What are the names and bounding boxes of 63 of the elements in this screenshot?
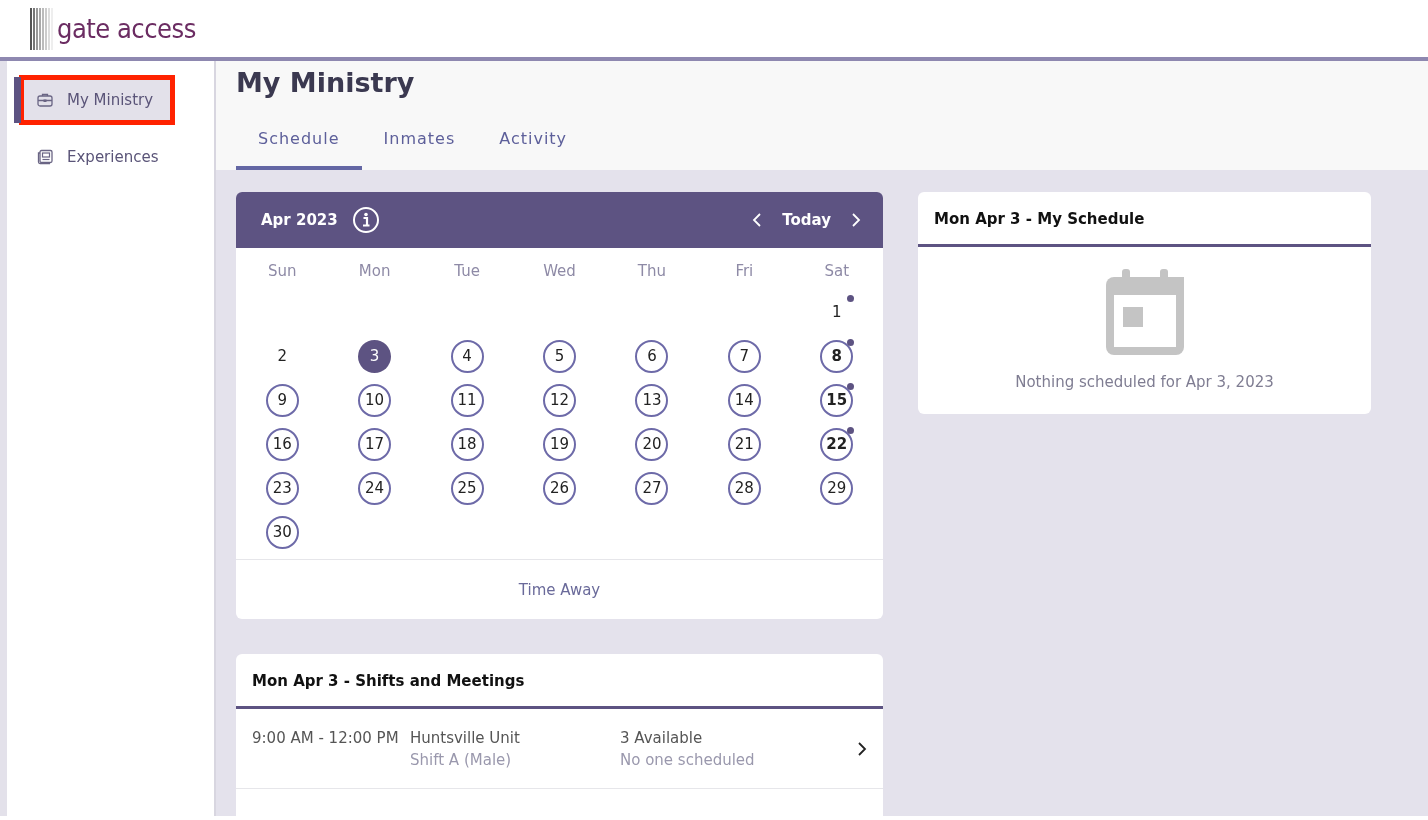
calendar-day[interactable]: 18 (450, 427, 484, 461)
unit-name: Huntsville Unit (410, 727, 521, 749)
calendar-day[interactable]: 2 (265, 339, 299, 373)
calendar-day[interactable]: 17 (358, 427, 392, 461)
calendar-day[interactable]: 5 (543, 339, 576, 373)
weekday-label: Sun (266, 261, 298, 283)
calendar-icon (1105, 269, 1184, 356)
calendar-day[interactable]: 30 (265, 515, 299, 549)
page-title: My Ministry (236, 67, 416, 100)
card-title: Mon Apr 3 - My Schedule (918, 192, 1371, 248)
chevron-right-icon (851, 212, 861, 229)
logo-bars-icon (30, 7, 54, 50)
calendar-day[interactable]: 9 (265, 383, 299, 417)
sidebar-item[interactable]: Experiences (7, 134, 214, 180)
calendar-day[interactable]: 26 (543, 471, 576, 505)
calendar-day[interactable]: 16 (265, 427, 299, 461)
month-label: Apr 2023 (261, 210, 338, 232)
chevron-right-icon (857, 741, 867, 758)
scheduled-text: No one scheduled (620, 750, 756, 772)
today-button[interactable]: Today (768, 209, 845, 232)
weekday-label: Sat (823, 261, 851, 283)
calendar-day[interactable]: 11 (450, 383, 484, 417)
chevron-left-icon (752, 212, 763, 229)
calendar-day[interactable]: 29 (820, 471, 854, 505)
info-icon (351, 206, 380, 235)
calendar-day[interactable]: 15 (820, 383, 854, 417)
calendar-day[interactable]: 21 (727, 427, 761, 461)
calendar-day[interactable]: 28 (727, 471, 761, 505)
calendar-day[interactable]: 12 (543, 383, 576, 417)
availability-text: 3 Available (620, 727, 704, 749)
calendar-day[interactable]: 1 (820, 295, 854, 329)
empty-message: Nothing scheduled for Apr 3, 2023 (1014, 372, 1275, 394)
weekday-label: Tue (453, 261, 481, 283)
calendar-day[interactable]: 13 (635, 383, 669, 417)
calendar-day[interactable]: 6 (635, 339, 669, 373)
shift-time: 9:00 AM - 12:00 PM (252, 727, 400, 749)
weekday-label: Wed (542, 261, 577, 283)
calendar-day[interactable]: 27 (635, 471, 669, 505)
logo-text: gate access (57, 15, 196, 42)
calendar-day[interactable]: 10 (358, 383, 392, 417)
calendar-day[interactable]: 25 (450, 471, 484, 505)
calendar-day[interactable]: 23 (265, 471, 299, 505)
tab[interactable]: Inmates (361, 121, 478, 171)
calendar-day[interactable]: 4 (450, 339, 484, 373)
calendar-day[interactable]: 19 (543, 427, 576, 461)
briefcase-icon (37, 92, 53, 108)
card-title: Mon Apr 3 - Shifts and Meetings (236, 653, 883, 709)
calendar-day[interactable]: 22 (820, 427, 854, 461)
weekday-label: Thu (636, 261, 667, 283)
calendar-day[interactable]: 20 (635, 427, 669, 461)
calendar-day[interactable]: 3 (358, 339, 392, 373)
shift-name: Shift A (Male) (410, 750, 513, 772)
tab[interactable]: Activity (477, 121, 590, 171)
shift-row[interactable]: 9:00 AM - 12:00 PM Huntsville Unit Shift A (Male) 3 Available No one scheduled (236, 708, 883, 789)
calendar-day[interactable]: 7 (727, 339, 761, 373)
calendar-day[interactable]: 24 (358, 471, 392, 505)
weekday-label: Mon (357, 261, 392, 283)
calendar-day[interactable]: 14 (727, 383, 761, 417)
newspaper-icon (37, 149, 53, 165)
calendar-day[interactable]: 8 (820, 339, 854, 373)
weekday-label: Fri (734, 261, 755, 283)
time-away-link[interactable]: Time Away (518, 580, 601, 599)
tab[interactable]: Schedule (236, 121, 362, 171)
